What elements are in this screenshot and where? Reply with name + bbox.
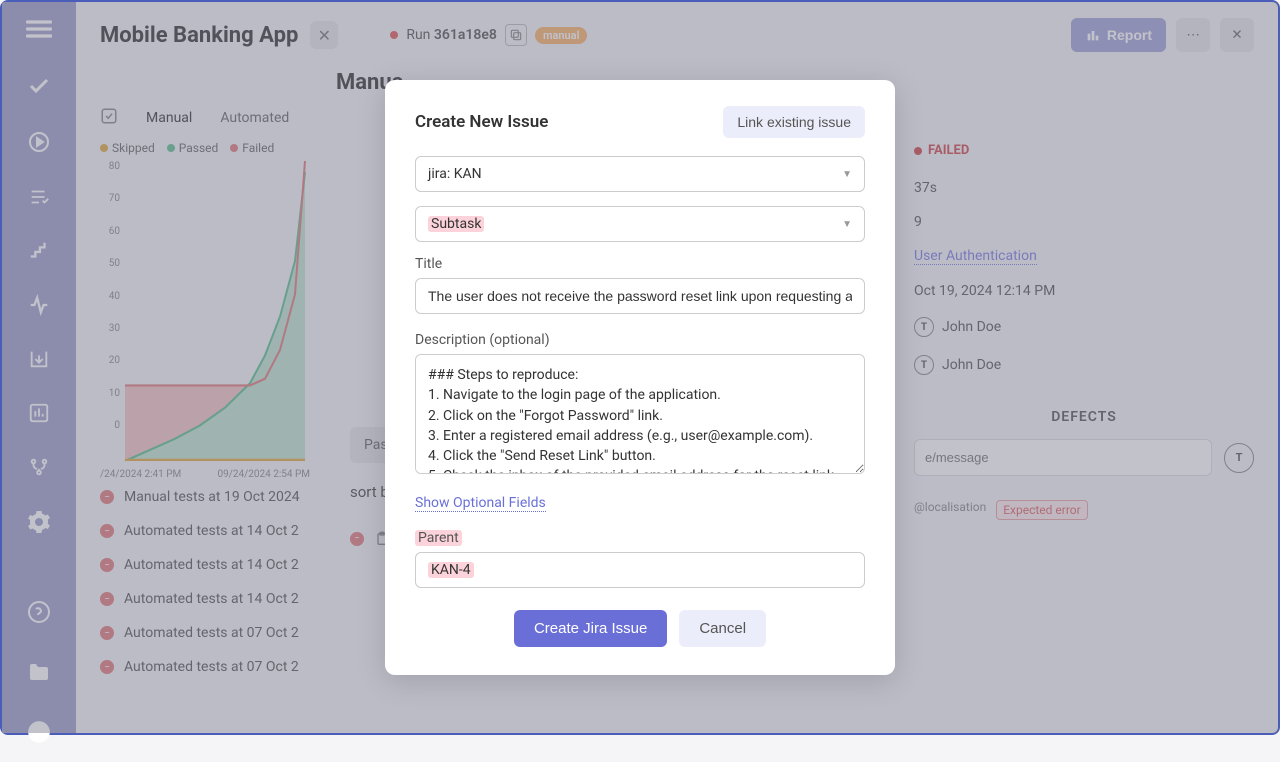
create-issue-modal: Create New Issue Link existing issue jir…	[385, 80, 895, 675]
cancel-button[interactable]: Cancel	[679, 610, 766, 647]
parent-input[interactable]: KAN-4	[415, 552, 865, 588]
title-label: Title	[415, 256, 865, 272]
issue-type-select[interactable]: Subtask ▼	[415, 206, 865, 242]
link-existing-button[interactable]: Link existing issue	[723, 106, 865, 138]
description-input[interactable]	[415, 354, 865, 474]
parent-label: Parent	[415, 530, 865, 546]
chevron-down-icon: ▼	[842, 219, 852, 230]
title-input[interactable]	[415, 278, 865, 314]
project-select[interactable]: jira: KAN ▼	[415, 156, 865, 192]
modal-overlay[interactable]: Create New Issue Link existing issue jir…	[2, 2, 1278, 733]
show-optional-link[interactable]: Show Optional Fields	[415, 495, 546, 512]
chevron-down-icon: ▼	[842, 169, 852, 180]
description-label: Description (optional)	[415, 332, 865, 348]
create-jira-issue-button[interactable]: Create Jira Issue	[514, 610, 667, 647]
modal-title: Create New Issue	[415, 112, 548, 132]
